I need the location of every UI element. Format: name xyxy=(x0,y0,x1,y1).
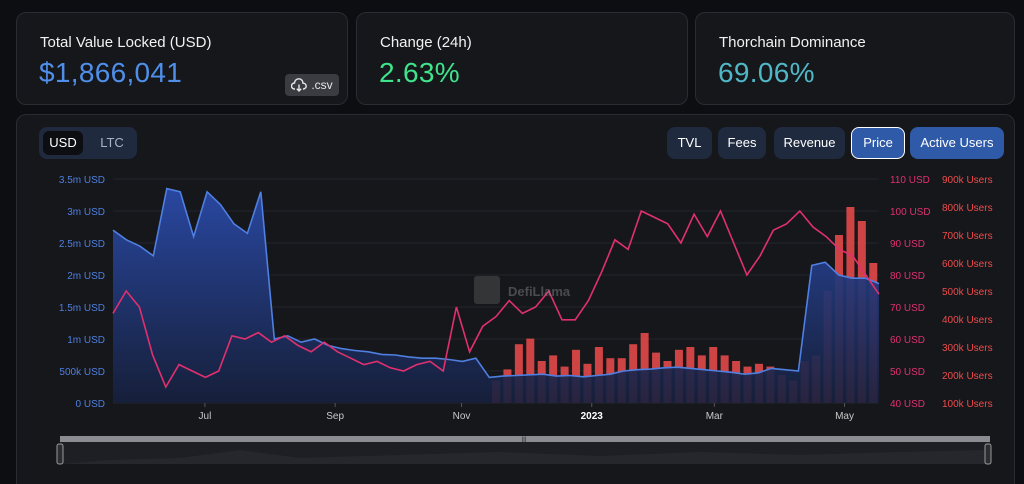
y-left-tick-label: 3m USD xyxy=(67,207,105,218)
y-right-price-tick-label: 40 USD xyxy=(890,399,925,410)
y-left-tick-label: 500k USD xyxy=(59,367,105,378)
y-right-users-tick-label: 300k Users xyxy=(942,343,993,354)
x-tick-label: Mar xyxy=(706,411,724,422)
y-left-tick-label: 2m USD xyxy=(67,271,105,282)
llama-logo-icon xyxy=(474,276,500,304)
y-right-users-tick-label: 700k Users xyxy=(942,231,993,242)
y-left-tick-label: 2.5m USD xyxy=(59,239,105,250)
y-right-price-tick-label: 80 USD xyxy=(890,271,925,282)
range-slider[interactable]: ||| xyxy=(56,436,992,465)
y-left-tick-label: 1.5m USD xyxy=(59,303,105,314)
x-tick-label: May xyxy=(835,411,854,422)
y-right-price-tick-label: 110 USD xyxy=(890,175,930,186)
y-right-users-tick-label: 800k Users xyxy=(942,203,993,214)
chart-svg: 0 USD 500k USD 1m USD 1.5m USD 2m USD 2.5m US… xyxy=(56,175,993,465)
range-handle-left[interactable] xyxy=(56,443,64,465)
watermark: DefiLlama xyxy=(474,276,571,304)
y-right-price-tick-label: 60 USD xyxy=(890,335,925,346)
y-right-price-tick-label: 90 USD xyxy=(890,239,925,250)
y-right-users-tick-label: 900k Users xyxy=(942,175,993,186)
x-tick-label: Jul xyxy=(199,411,212,422)
y-right-users-tick-label: 100k Users xyxy=(942,399,993,410)
y-right-price-tick-label: 70 USD xyxy=(890,303,925,314)
y-right-price-tick-label: 100 USD xyxy=(890,207,931,218)
x-tick-label: 2023 xyxy=(581,411,604,422)
x-tick-label: Sep xyxy=(326,411,344,422)
y-right-users-tick-label: 400k Users xyxy=(942,315,993,326)
y-right-users-tick-label: 500k Users xyxy=(942,287,993,298)
watermark-text: DefiLlama xyxy=(508,284,571,299)
y-right-users-tick-label: 600k Users xyxy=(942,259,993,270)
range-grip-icon[interactable]: ||| xyxy=(522,437,527,443)
y-right-price-tick-label: 50 USD xyxy=(890,367,925,378)
range-handle-right[interactable] xyxy=(984,443,992,465)
x-tick-label: Nov xyxy=(453,411,471,422)
y-left-tick-label: 0 USD xyxy=(76,399,105,410)
y-right-users-tick-label: 200k Users xyxy=(942,371,993,382)
y-left-tick-label: 1m USD xyxy=(67,335,105,346)
y-left-tick-label: 3.5m USD xyxy=(59,175,105,186)
